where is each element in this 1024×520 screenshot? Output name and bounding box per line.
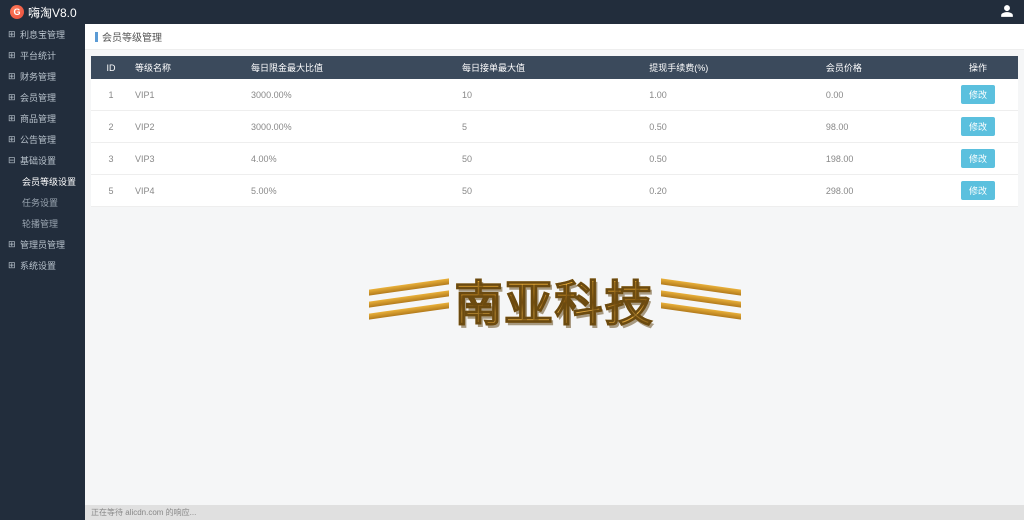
cell-ratio: 3000.00% bbox=[247, 79, 458, 111]
edit-button[interactable]: 修改 bbox=[961, 149, 995, 168]
cell-id: 1 bbox=[91, 79, 131, 111]
sidebar-item-finance[interactable]: ⊞ 财务管理 bbox=[0, 66, 85, 87]
cell-max: 5 bbox=[458, 111, 645, 143]
plus-icon: ⊞ bbox=[8, 29, 16, 40]
cell-name: VIP4 bbox=[131, 175, 247, 207]
sidebar-item-label: 基础设置 bbox=[20, 154, 56, 167]
edit-button[interactable]: 修改 bbox=[961, 117, 995, 136]
cell-max: 10 bbox=[458, 79, 645, 111]
plus-icon: ⊞ bbox=[8, 113, 16, 124]
cell-max: 50 bbox=[458, 143, 645, 175]
sidebar-item-label: 会员管理 bbox=[20, 91, 56, 104]
th-ratio: 每日限金最大比值 bbox=[247, 56, 458, 79]
sidebar-item-notice[interactable]: ⊞ 公告管理 bbox=[0, 129, 85, 150]
crumb-bar-icon bbox=[95, 32, 98, 42]
topbar: G 嗨淘V8.0 bbox=[0, 0, 1024, 24]
cell-price: 298.00 bbox=[822, 175, 938, 207]
breadcrumb: 会员等级管理 bbox=[85, 24, 1024, 50]
plus-icon: ⊞ bbox=[8, 260, 16, 271]
cell-id: 3 bbox=[91, 143, 131, 175]
th-max: 每日接单最大值 bbox=[458, 56, 645, 79]
user-icon bbox=[1000, 4, 1014, 18]
th-name: 等级名称 bbox=[131, 56, 247, 79]
sidebar-item-members[interactable]: ⊞ 会员管理 bbox=[0, 87, 85, 108]
th-fee: 提现手续费(%) bbox=[645, 56, 822, 79]
user-menu[interactable] bbox=[1000, 4, 1014, 21]
cell-name: VIP3 bbox=[131, 143, 247, 175]
cell-fee: 0.50 bbox=[645, 111, 822, 143]
sidebar: ⊞ 利息宝管理 ⊞ 平台统计 ⊞ 财务管理 ⊞ 会员管理 ⊞ 商品管理 ⊞ 公告管理 ⊟ 基础… bbox=[0, 24, 85, 520]
table-container: ID 等级名称 每日限金最大比值 每日接单最大值 提现手续费(%) 会员价格 操… bbox=[91, 56, 1018, 207]
sidebar-item-label: 平台统计 bbox=[20, 49, 56, 62]
table-row: 1VIP13000.00%101.000.00 修改 bbox=[91, 79, 1018, 111]
cell-id: 2 bbox=[91, 111, 131, 143]
watermark-text: 南亚科技 bbox=[448, 264, 660, 334]
edit-button[interactable]: 修改 bbox=[961, 181, 995, 200]
cell-id: 5 bbox=[91, 175, 131, 207]
brand-text: 嗨淘V8.0 bbox=[28, 4, 77, 21]
main-area: 会员等级管理 ID 等级名称 每日限金最大比值 每日接单最大值 提现手续费(%)… bbox=[85, 24, 1024, 520]
sidebar-item-admins[interactable]: ⊞ 管理员管理 bbox=[0, 234, 85, 255]
table-row: 3VIP34.00%500.50198.00 修改 bbox=[91, 143, 1018, 175]
cell-name: VIP1 bbox=[131, 79, 247, 111]
sidebar-subs: 会员等级设置 任务设置 轮播管理 bbox=[0, 171, 85, 234]
sidebar-item-label: 商品管理 bbox=[20, 112, 56, 125]
cell-name: VIP2 bbox=[131, 111, 247, 143]
sidebar-item-basic[interactable]: ⊟ 基础设置 bbox=[0, 150, 85, 171]
sidebar-item-products[interactable]: ⊞ 商品管理 bbox=[0, 108, 85, 129]
cell-ratio: 5.00% bbox=[247, 175, 458, 207]
sidebar-sub-task[interactable]: 任务设置 bbox=[18, 192, 85, 213]
status-bar: 正在等待 alicdn.com 的响应... bbox=[85, 505, 1024, 520]
page-title: 会员等级管理 bbox=[102, 29, 162, 44]
cell-fee: 1.00 bbox=[645, 79, 822, 111]
th-id: ID bbox=[91, 56, 131, 79]
logo-icon: G bbox=[10, 5, 24, 19]
cell-ratio: 3000.00% bbox=[247, 111, 458, 143]
edit-button[interactable]: 修改 bbox=[961, 85, 995, 104]
sidebar-sub-level[interactable]: 会员等级设置 bbox=[18, 171, 85, 192]
plus-icon: ⊞ bbox=[8, 239, 16, 250]
minus-icon: ⊟ bbox=[8, 155, 16, 166]
cell-price: 198.00 bbox=[822, 143, 938, 175]
sidebar-item-label: 管理员管理 bbox=[20, 238, 65, 251]
cell-fee: 0.20 bbox=[645, 175, 822, 207]
cell-fee: 0.50 bbox=[645, 143, 822, 175]
sidebar-item-label: 利息宝管理 bbox=[20, 28, 65, 41]
cell-max: 50 bbox=[458, 175, 645, 207]
sidebar-item-stats[interactable]: ⊞ 平台统计 bbox=[0, 45, 85, 66]
th-action: 操作 bbox=[938, 56, 1018, 79]
wing-right-icon bbox=[661, 268, 741, 329]
brand: G 嗨淘V8.0 bbox=[10, 4, 77, 21]
level-table: ID 等级名称 每日限金最大比值 每日接单最大值 提现手续费(%) 会员价格 操… bbox=[91, 56, 1018, 207]
plus-icon: ⊞ bbox=[8, 50, 16, 61]
sidebar-item-label: 财务管理 bbox=[20, 70, 56, 83]
plus-icon: ⊞ bbox=[8, 92, 16, 103]
plus-icon: ⊞ bbox=[8, 71, 16, 82]
table-row: 2VIP23000.00%50.5098.00 修改 bbox=[91, 111, 1018, 143]
plus-icon: ⊞ bbox=[8, 134, 16, 145]
watermark: 南亚科技 bbox=[368, 264, 740, 334]
cell-price: 0.00 bbox=[822, 79, 938, 111]
sidebar-item-label: 公告管理 bbox=[20, 133, 56, 146]
sidebar-item-interest[interactable]: ⊞ 利息宝管理 bbox=[0, 24, 85, 45]
table-row: 5VIP45.00%500.20298.00 修改 bbox=[91, 175, 1018, 207]
sidebar-item-label: 系统设置 bbox=[20, 259, 56, 272]
cell-price: 98.00 bbox=[822, 111, 938, 143]
sidebar-item-system[interactable]: ⊞ 系统设置 bbox=[0, 255, 85, 276]
th-price: 会员价格 bbox=[822, 56, 938, 79]
sidebar-sub-banner[interactable]: 轮播管理 bbox=[18, 213, 85, 234]
wing-left-icon bbox=[368, 268, 448, 329]
cell-ratio: 4.00% bbox=[247, 143, 458, 175]
